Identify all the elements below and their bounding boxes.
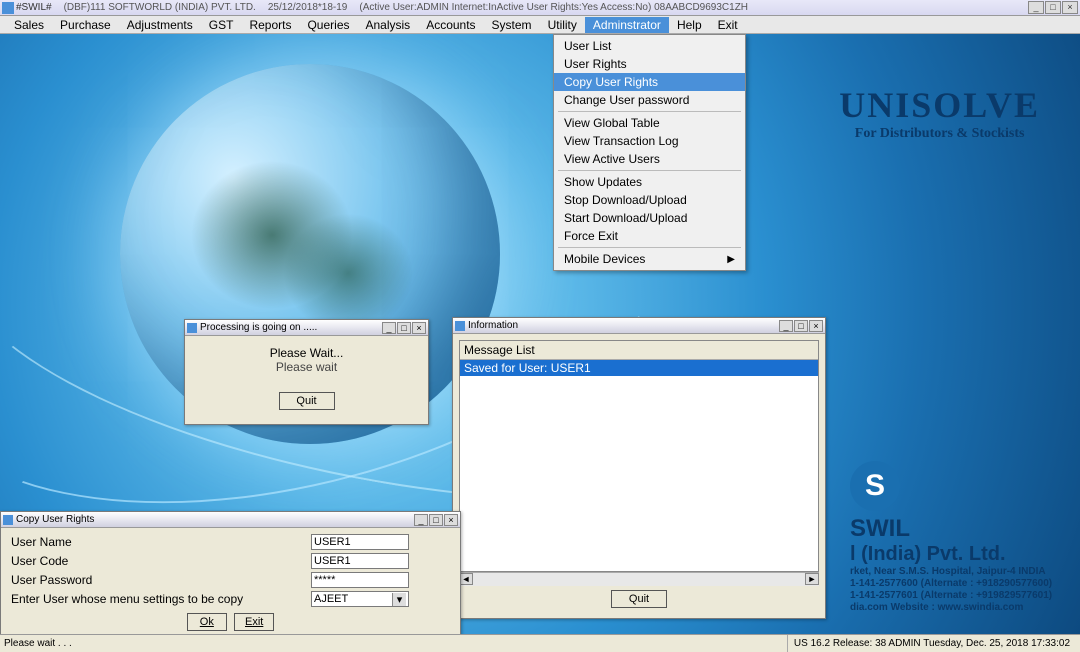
menu-adjustments[interactable]: Adjustments: [119, 17, 201, 33]
app-titlebar: #SWIL# (DBF)111 SOFTWORLD (INDIA) PVT. L…: [0, 0, 1080, 16]
info-title: Information: [468, 320, 518, 331]
menu-purchase[interactable]: Purchase: [52, 17, 119, 33]
menu-queries[interactable]: Queries: [299, 17, 357, 33]
dd-view-global-table[interactable]: View Global Table: [554, 114, 745, 132]
close-button[interactable]: ×: [1062, 1, 1078, 14]
copy-title: Copy User Rights: [16, 514, 94, 525]
menu-analysis[interactable]: Analysis: [358, 17, 419, 33]
company-addr3: 1-141-2577601 (Alternate : +919829577601…: [850, 590, 1080, 602]
dd-copy-user-rights[interactable]: Copy User Rights: [554, 73, 745, 91]
brand-title: UNISOLVE: [839, 84, 1040, 126]
message-row[interactable]: Saved for User: USER1: [460, 360, 818, 376]
maximize-button[interactable]: □: [397, 322, 411, 334]
menu-reports[interactable]: Reports: [241, 17, 299, 33]
menu-administrator[interactable]: Adminstrator: [585, 17, 669, 33]
menu-sales[interactable]: Sales: [6, 17, 52, 33]
quit-button[interactable]: Quit: [279, 392, 335, 410]
menubar: Sales Purchase Adjustments GST Reports Q…: [0, 16, 1080, 34]
title-date: 25/12/2018*18-19: [268, 2, 348, 13]
maximize-button[interactable]: □: [429, 514, 443, 526]
close-button[interactable]: ×: [412, 322, 426, 334]
window-icon: [187, 323, 197, 333]
information-window: Information _ □ × Message List Saved for…: [452, 317, 826, 619]
dd-view-transaction-log[interactable]: View Transaction Log: [554, 132, 745, 150]
brand-block: UNISOLVE For Distributors & Stockists: [839, 84, 1040, 142]
menu-accounts[interactable]: Accounts: [418, 17, 483, 33]
quit-button[interactable]: Quit: [611, 590, 667, 608]
processing-titlebar[interactable]: Processing is going on ..... _ □ ×: [185, 320, 428, 336]
copy-from-value: AJEET: [314, 593, 348, 605]
statusbar: Please wait . . . US 16.2 Release: 38 AD…: [0, 634, 1080, 652]
chevron-down-icon[interactable]: ▾: [392, 593, 406, 606]
copy-user-rights-window: Copy User Rights _ □ × User Name User Co…: [0, 511, 461, 634]
menu-system[interactable]: System: [484, 17, 540, 33]
user-password-label: User Password: [11, 573, 311, 587]
minimize-button[interactable]: _: [382, 322, 396, 334]
user-name-label: User Name: [11, 535, 311, 549]
company-name2: l (India) Pvt. Ltd.: [850, 543, 1080, 566]
administrator-dropdown: User List User Rights Copy User Rights C…: [553, 34, 746, 271]
copy-from-label: Enter User whose menu settings to be cop…: [11, 592, 311, 606]
dd-mobile-devices[interactable]: Mobile Devices▶: [554, 250, 745, 268]
menu-exit[interactable]: Exit: [710, 17, 746, 33]
message-list-header: Message List: [460, 341, 818, 360]
brand-subtitle: For Distributors & Stockists: [839, 126, 1040, 142]
status-right: US 16.2 Release: 38 ADMIN Tuesday, Dec. …: [787, 635, 1076, 652]
please-wait-text: Please Wait...: [195, 346, 418, 360]
dd-stop-download[interactable]: Stop Download/Upload: [554, 191, 745, 209]
company-addr2: 1-141-2577600 (Alternate : +918290577600…: [850, 578, 1080, 590]
processing-window: Processing is going on ..... _ □ × Pleas…: [184, 319, 429, 425]
submenu-arrow-icon: ▶: [727, 254, 735, 265]
menu-help[interactable]: Help: [669, 17, 710, 33]
company-logo: S: [850, 461, 900, 511]
company-addr1: rket, Near S.M.S. Hospital, Jaipur-4 IND…: [850, 566, 1080, 578]
dd-separator: [558, 170, 741, 171]
message-list[interactable]: Message List Saved for User: USER1: [459, 340, 819, 572]
dd-separator: [558, 111, 741, 112]
user-password-input[interactable]: [311, 572, 409, 588]
ok-button[interactable]: Ok: [187, 613, 227, 631]
session-info: (Active User:ADMIN Internet:InActive Use…: [359, 2, 748, 13]
processing-title: Processing is going on .....: [200, 322, 317, 333]
please-wait-sub: Please wait: [195, 360, 418, 374]
scroll-right-icon[interactable]: ►: [805, 573, 819, 585]
window-icon: [3, 515, 13, 525]
window-icon: [455, 321, 465, 331]
company-name1: SWIL: [850, 515, 1080, 543]
menu-utility[interactable]: Utility: [540, 17, 585, 33]
dd-show-updates[interactable]: Show Updates: [554, 173, 745, 191]
db-name: (DBF)111 SOFTWORLD (INDIA) PVT. LTD.: [64, 2, 256, 13]
dd-user-list[interactable]: User List: [554, 37, 745, 55]
dd-start-download[interactable]: Start Download/Upload: [554, 209, 745, 227]
scroll-left-icon[interactable]: ◄: [459, 573, 473, 585]
close-button[interactable]: ×: [809, 320, 823, 332]
app-name: #SWIL#: [16, 2, 52, 13]
copy-from-combo[interactable]: AJEET ▾: [311, 591, 409, 607]
dd-force-exit[interactable]: Force Exit: [554, 227, 745, 245]
dd-separator: [558, 247, 741, 248]
app-icon: [2, 2, 14, 14]
user-code-label: User Code: [11, 554, 311, 568]
menu-gst[interactable]: GST: [201, 17, 242, 33]
dd-user-rights[interactable]: User Rights: [554, 55, 745, 73]
maximize-button[interactable]: □: [794, 320, 808, 332]
exit-button[interactable]: Exit: [234, 613, 274, 631]
company-block: S SWIL l (India) Pvt. Ltd. rket, Near S.…: [850, 461, 1080, 614]
h-scrollbar[interactable]: ◄ ►: [459, 572, 819, 586]
workspace: UNISOLVE For Distributors & Stockists S …: [0, 34, 1080, 634]
company-addr4: dia.com Website : www.swindia.com: [850, 602, 1080, 614]
dd-view-active-users[interactable]: View Active Users: [554, 150, 745, 168]
maximize-button[interactable]: □: [1045, 1, 1061, 14]
status-left: Please wait . . .: [4, 638, 72, 649]
info-titlebar[interactable]: Information _ □ ×: [453, 318, 825, 334]
copy-titlebar[interactable]: Copy User Rights _ □ ×: [1, 512, 460, 528]
close-button[interactable]: ×: [444, 514, 458, 526]
dd-change-password[interactable]: Change User password: [554, 91, 745, 109]
minimize-button[interactable]: _: [414, 514, 428, 526]
user-name-input[interactable]: [311, 534, 409, 550]
minimize-button[interactable]: _: [779, 320, 793, 332]
minimize-button[interactable]: _: [1028, 1, 1044, 14]
user-code-input[interactable]: [311, 553, 409, 569]
